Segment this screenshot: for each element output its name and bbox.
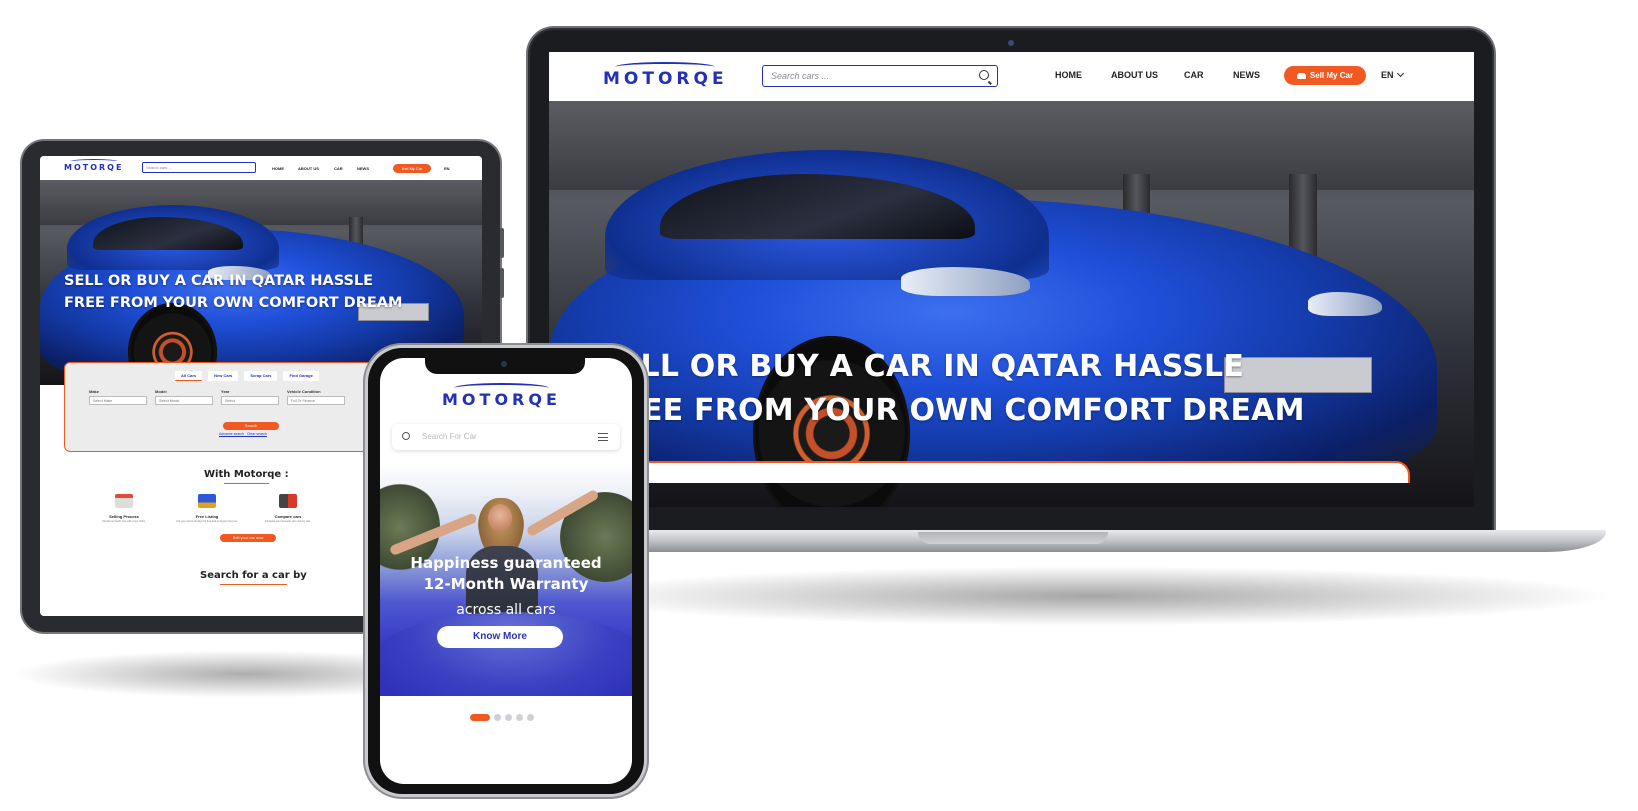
motorqe-logo[interactable]: MOTORQE	[64, 159, 123, 172]
carousel-dot[interactable]	[505, 714, 512, 721]
carousel-dot[interactable]	[527, 714, 534, 721]
make-select[interactable]: Select Make	[89, 396, 147, 405]
search-links: Advance search Clear search	[219, 432, 267, 436]
nav-news[interactable]: NEWS	[357, 166, 369, 171]
vehicle-condition-field: Vehicle Condition Full Or Finance	[287, 389, 345, 405]
promo-line-2: 12-Month Warranty	[423, 575, 589, 593]
feature-description: List your car for all days for free and …	[176, 520, 238, 523]
nav-news[interactable]: NEWS	[1233, 70, 1260, 80]
sell-my-car-label: Sell My Car	[1309, 71, 1354, 80]
carousel-dot[interactable]	[470, 714, 490, 721]
search-placeholder: Search cars ...	[771, 71, 830, 81]
hero-headline-line-1: SELL OR BUY A CAR IN QATAR HASSLE	[598, 349, 1245, 384]
search-panel-edge	[620, 461, 1410, 483]
sell-your-car-now-button[interactable]: Sell your car now	[220, 534, 276, 542]
search-placeholder: Search cars ...	[146, 165, 172, 170]
motorqe-logo[interactable]: MOTORQE	[442, 383, 561, 409]
tab-all-cars[interactable]: All Cars	[175, 371, 203, 381]
search-icon	[402, 432, 410, 440]
chevron-down-icon	[1396, 69, 1404, 78]
year-select[interactable]: Select	[221, 396, 279, 405]
hero-headline: SELL OR BUY A CAR IN QATAR HASSLE FREE F…	[64, 270, 474, 314]
promo-line-3: across all cars	[456, 602, 556, 618]
model-label: Model	[155, 389, 167, 394]
phone-camera	[501, 361, 507, 367]
feature-compare-cars: Compare cars Compare your favourite cars…	[248, 494, 328, 523]
tab-new-cars[interactable]: New Cars	[208, 371, 239, 381]
feature-free-listing: Free Listing List your car for all days …	[167, 494, 247, 523]
promo-line-1: Happiness guaranteed	[410, 554, 602, 572]
hero-headline: SELL OR BUY A CAR IN QATAR HASSLE FREE F…	[598, 345, 1428, 433]
hero-car-image	[549, 101, 1474, 507]
carousel-dot[interactable]	[494, 714, 501, 721]
search-icon[interactable]	[979, 70, 989, 80]
language-selector[interactable]: EN	[444, 166, 450, 171]
nav-car[interactable]: CAR	[334, 166, 343, 171]
device-mockup-stage: MOTORQE Search cars ... HOME ABOUT US CA…	[0, 0, 1638, 811]
nav-about-us[interactable]: ABOUT US	[1111, 70, 1158, 80]
model-field: Model Select Model	[155, 389, 213, 405]
advance-search-link[interactable]: Advance search	[219, 432, 244, 436]
car-listing-icon	[198, 494, 216, 508]
carousel-dot[interactable]	[516, 714, 523, 721]
tablet-side-button	[500, 268, 504, 298]
model-select[interactable]: Select Model	[155, 396, 213, 405]
tab-scrap-cars[interactable]: Scrap Cars	[244, 371, 278, 381]
laptop-camera	[1008, 40, 1014, 46]
nav-home[interactable]: HOME	[272, 166, 284, 171]
sell-my-car-button[interactable]: Sell My Car	[393, 164, 431, 173]
hero-banner: SELL OR BUY A CAR IN QATAR HASSLE FREE F…	[549, 101, 1474, 507]
search-button[interactable]: Search	[223, 422, 279, 430]
filter-icon[interactable]	[598, 433, 608, 441]
feature-name: Compare cars	[274, 514, 302, 519]
make-label: Make	[89, 389, 100, 394]
car-icon	[1296, 72, 1306, 79]
year-field: Year Select	[221, 389, 279, 405]
search-placeholder: Search For Car	[422, 432, 477, 441]
motorqe-logo[interactable]: MOTORQE	[603, 62, 728, 89]
laptop-screen: MOTORQE Search cars ... HOME ABOUT US CA…	[549, 52, 1474, 507]
know-more-button[interactable]: Know More	[437, 626, 563, 648]
hero-headline-line-2: FREE FROM YOUR OWN COMFORT DREAM	[64, 295, 403, 311]
language-selector[interactable]: EN	[1381, 69, 1404, 80]
year-label: Year	[221, 389, 230, 394]
search-for-a-car-by-title: Search for a car by	[200, 570, 307, 585]
calendar-icon	[115, 494, 133, 508]
laptop-shadow	[560, 566, 1620, 626]
search-input[interactable]: Search For Car	[392, 424, 620, 450]
search-input[interactable]: Search cars ...	[762, 65, 998, 87]
tablet-navbar: MOTORQE Search cars ... HOME ABOUT US CA…	[40, 156, 482, 180]
vehicle-condition-label: Vehicle Condition	[287, 389, 321, 394]
sell-my-car-button[interactable]: Sell My Car	[1284, 66, 1366, 85]
search-tabs: All Cars New Cars Scrap Cars Find Garage	[175, 371, 319, 381]
feature-description: Sell all our hands free with a few click…	[102, 520, 146, 523]
nav-about-us[interactable]: ABOUT US	[298, 166, 319, 171]
tab-find-garage[interactable]: Find Garage	[283, 371, 319, 381]
laptop-navbar: MOTORQE Search cars ... HOME ABOUT US CA…	[549, 52, 1474, 101]
tablet-side-button	[500, 228, 504, 258]
laptop-hinge-notch	[918, 532, 1108, 544]
search-input[interactable]: Search cars ...	[142, 162, 256, 173]
carousel-indicators	[470, 714, 534, 721]
feature-name: Free Listing	[195, 514, 219, 519]
feature-description: Compare your favourite cars side by side…	[264, 520, 312, 523]
nav-car[interactable]: CAR	[1184, 70, 1204, 80]
make-field: Make Select Make	[89, 389, 147, 405]
nav-home[interactable]: HOME	[1055, 70, 1082, 80]
hero-headline-line-2: FREE FROM YOUR OWN COMFORT DREAM	[598, 393, 1305, 428]
vehicle-condition-select[interactable]: Full Or Finance	[287, 396, 345, 405]
feature-selling-process: Selling Process Sell all our hands free …	[84, 494, 164, 523]
hero-headline-line-1: SELL OR BUY A CAR IN QATAR HASSLE	[64, 273, 374, 289]
compare-cars-icon	[279, 494, 297, 508]
with-motorqe-title: With Motorqe :	[204, 469, 289, 484]
language-label: EN	[1381, 70, 1394, 80]
phone-screen: MOTORQE Search For Car Happiness guarant…	[380, 358, 632, 784]
clear-search-link[interactable]: Clear search	[247, 432, 267, 436]
feature-name: Selling Process	[109, 514, 139, 519]
